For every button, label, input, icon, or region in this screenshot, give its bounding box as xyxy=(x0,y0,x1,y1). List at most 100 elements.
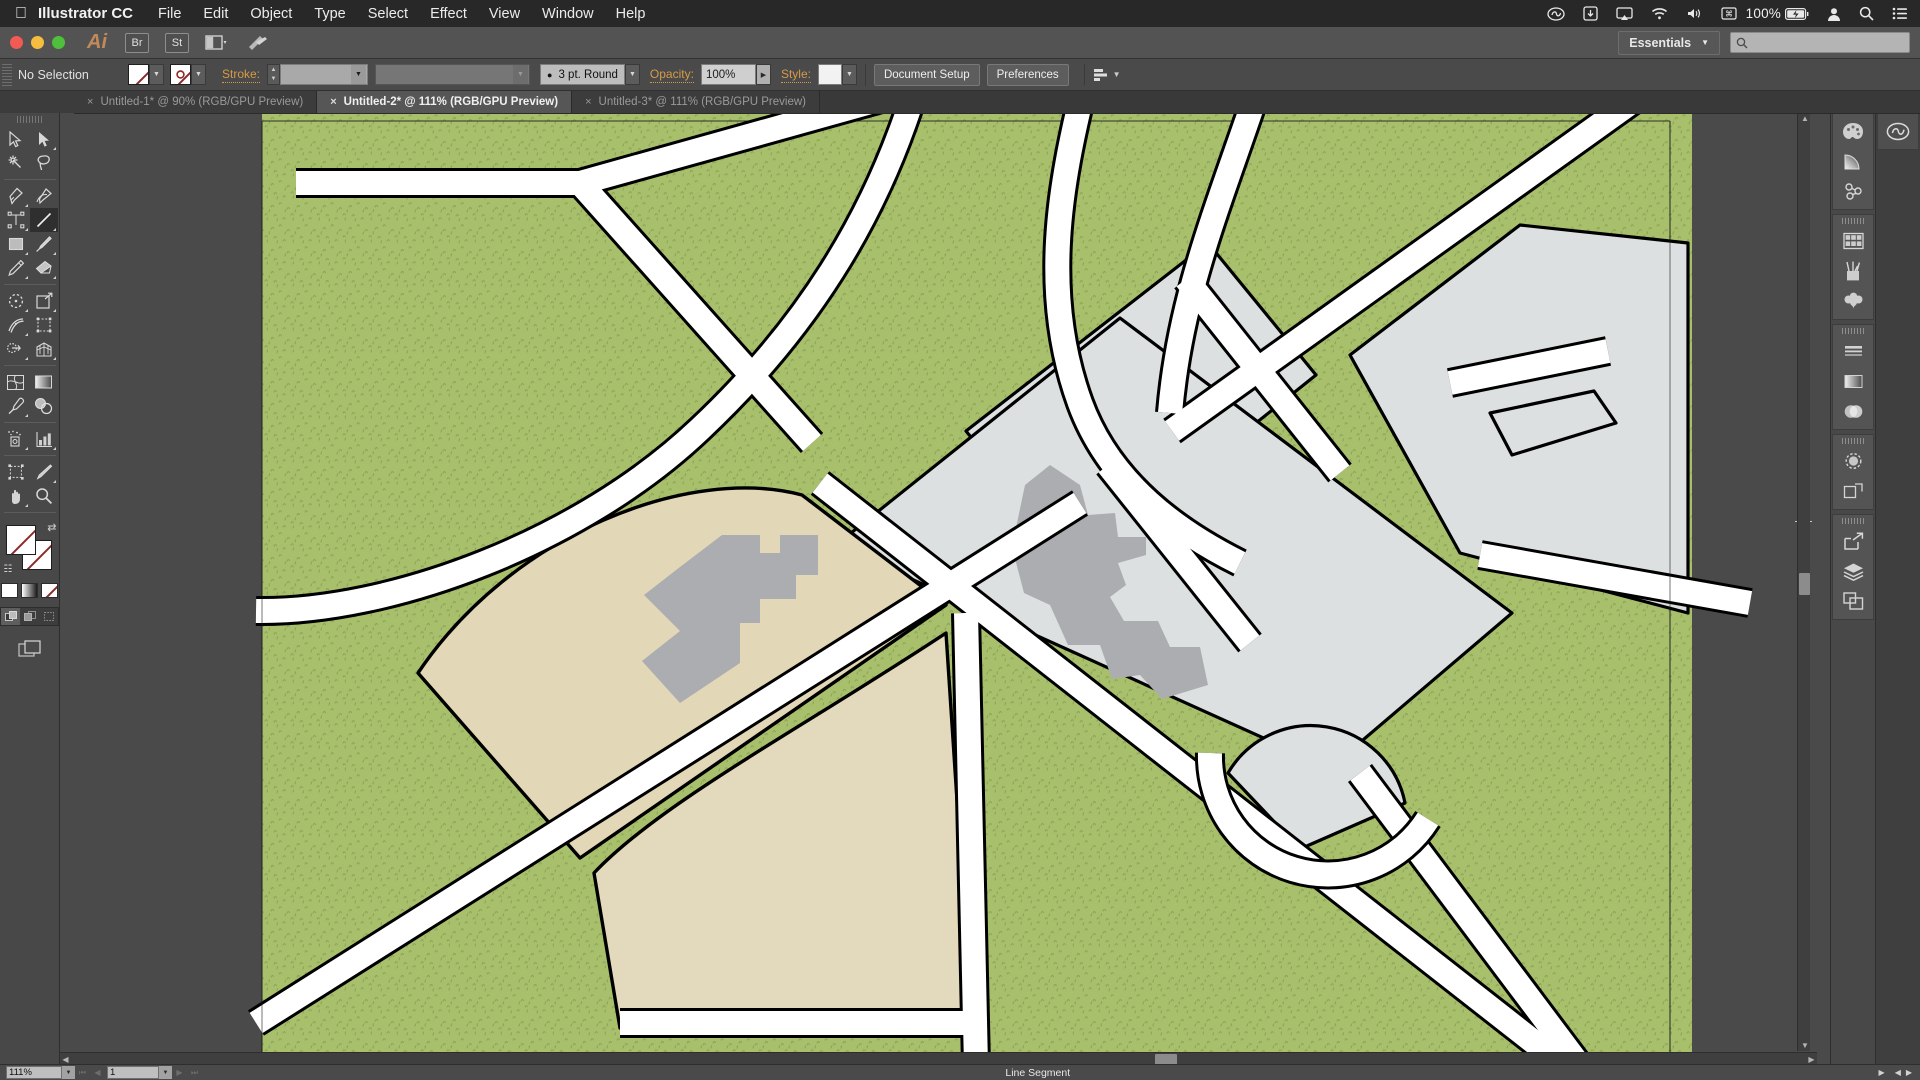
user-icon[interactable] xyxy=(1827,7,1841,21)
artboard-tool[interactable] xyxy=(2,460,30,484)
creative-cloud-icon[interactable] xyxy=(1547,6,1565,21)
draw-inside-button[interactable] xyxy=(39,608,58,625)
free-transform-tool[interactable] xyxy=(30,313,58,337)
change-screen-mode-button[interactable] xyxy=(17,640,42,664)
panel-group-grip[interactable] xyxy=(1842,518,1864,524)
scroll-down-arrow[interactable]: ▼ xyxy=(1800,1040,1810,1051)
workspace-switcher[interactable]: Essentials ▼ xyxy=(1618,30,1720,55)
gradient-swatch-button[interactable] xyxy=(21,583,38,598)
menu-help[interactable]: Help xyxy=(605,6,657,22)
menu-type[interactable]: Type xyxy=(303,6,356,22)
tools-panel-grip[interactable] xyxy=(16,116,43,123)
draw-normal-button[interactable] xyxy=(1,608,20,625)
stroke-dropdown-arrow[interactable]: ▼ xyxy=(191,64,206,85)
close-icon[interactable]: × xyxy=(330,96,336,108)
color-swatch-button[interactable] xyxy=(1,583,18,598)
apple-logo-icon[interactable]:  xyxy=(8,5,34,22)
artboard-number-field[interactable]: 1 xyxy=(107,1066,159,1079)
menu-object[interactable]: Object xyxy=(239,6,303,22)
document-setup-button[interactable]: Document Setup xyxy=(873,63,980,86)
default-fill-stroke-icon[interactable]: ☷ xyxy=(4,564,13,575)
artboard-dropdown[interactable]: ▼ xyxy=(159,1066,172,1079)
panel-group-grip[interactable] xyxy=(1842,218,1864,224)
brush-definition-arrow[interactable]: ▼ xyxy=(624,64,640,85)
appearance-panel-icon[interactable] xyxy=(1834,446,1872,476)
menu-edit[interactable]: Edit xyxy=(192,6,239,22)
tool-flyout-indicator[interactable] xyxy=(52,447,56,450)
tool-flyout-indicator[interactable] xyxy=(52,276,56,279)
window-minimize-button[interactable] xyxy=(31,36,44,49)
rotate-tool[interactable] xyxy=(2,289,30,313)
symbol-sprayer-tool[interactable] xyxy=(2,427,30,451)
links-panel-icon[interactable] xyxy=(1834,526,1872,556)
stroke-panel-icon[interactable] xyxy=(1834,336,1872,366)
symbols-panel-icon[interactable] xyxy=(1834,286,1872,316)
column-graph-tool[interactable] xyxy=(30,427,58,451)
shape-builder-tool[interactable] xyxy=(2,337,30,361)
tool-flyout-indicator[interactable] xyxy=(24,414,28,417)
menu-select[interactable]: Select xyxy=(357,6,419,22)
direct-selection-tool[interactable] xyxy=(30,127,58,151)
zoom-level-dropdown[interactable]: ▼ xyxy=(62,1066,75,1079)
tool-flyout-indicator[interactable] xyxy=(24,204,28,207)
stroke-profile-combo[interactable]: ▼ xyxy=(375,64,531,85)
tool-flyout-indicator[interactable] xyxy=(24,333,28,336)
document-tab-3[interactable]: × Untitled-3* @ 111% (RGB/GPU Preview) xyxy=(572,91,820,113)
width-tool[interactable] xyxy=(2,313,30,337)
rectangle-tool[interactable] xyxy=(2,232,30,256)
airplay-icon[interactable] xyxy=(1616,6,1633,21)
scroll-up-arrow[interactable]: ▲ xyxy=(1800,113,1810,124)
eraser-tool[interactable] xyxy=(30,256,58,280)
status-menu-arrow[interactable]: ▶ xyxy=(1879,1068,1885,1077)
tool-flyout-indicator[interactable] xyxy=(52,252,56,255)
eyedropper-tool[interactable] xyxy=(2,394,30,418)
pencil-tool[interactable] xyxy=(2,256,30,280)
swap-fill-stroke-icon[interactable]: ⇄ xyxy=(47,521,56,534)
control-center-icon[interactable] xyxy=(1892,7,1908,20)
menu-window[interactable]: Window xyxy=(531,6,605,22)
battery-icon[interactable] xyxy=(1785,7,1809,20)
stroke-color-control[interactable]: ▼ xyxy=(170,64,206,85)
tool-flyout-indicator[interactable] xyxy=(52,228,56,231)
color-themes-icon[interactable] xyxy=(1834,176,1872,206)
fill-swatch-large[interactable] xyxy=(5,525,36,555)
stock-button[interactable]: St xyxy=(165,32,189,53)
opacity-flyout-arrow[interactable]: ▶ xyxy=(755,64,771,85)
document-canvas[interactable] xyxy=(60,113,1830,1066)
vertical-scrollbar-thumb[interactable] xyxy=(1799,573,1810,595)
transparency-panel-icon[interactable] xyxy=(1834,396,1872,426)
first-artboard-button[interactable]: ⏮ xyxy=(75,1068,90,1078)
swatches-panel-icon[interactable] xyxy=(1834,226,1872,256)
tool-flyout-indicator[interactable] xyxy=(24,252,28,255)
window-maximize-button[interactable] xyxy=(52,36,65,49)
mesh-tool[interactable] xyxy=(2,370,30,394)
tool-flyout-indicator[interactable] xyxy=(52,309,56,312)
scrollbar-right-end[interactable]: ▶ xyxy=(1906,1068,1912,1077)
fill-swatch[interactable] xyxy=(128,64,149,85)
perspective-grid-tool[interactable] xyxy=(30,337,58,361)
tool-flyout-indicator[interactable] xyxy=(24,357,28,360)
behance-icon[interactable] xyxy=(247,34,269,52)
vertical-scrollbar[interactable]: ▲ ▼ xyxy=(1797,113,1810,1051)
brush-definition-combo[interactable]: ● 3 pt. Round xyxy=(540,64,625,85)
stroke-weight-combo[interactable]: ▼ xyxy=(280,64,369,85)
style-dropdown-arrow[interactable]: ▼ xyxy=(841,64,857,85)
menu-effect[interactable]: Effect xyxy=(419,6,478,22)
document-tab-1[interactable]: × Untitled-1* @ 90% (RGB/GPU Preview) xyxy=(74,91,318,113)
color-panel-icon[interactable] xyxy=(1834,116,1872,146)
previous-artboard-button[interactable]: ◀ xyxy=(90,1068,105,1077)
magic-wand-tool[interactable] xyxy=(2,151,30,175)
none-swatch-button[interactable] xyxy=(41,583,58,598)
blend-tool[interactable] xyxy=(30,394,58,418)
tool-flyout-indicator[interactable] xyxy=(24,276,28,279)
last-artboard-button[interactable]: ⏭ xyxy=(187,1068,202,1078)
stroke-weight-stepper[interactable]: ▲ ▼ xyxy=(267,64,281,85)
tool-flyout-indicator[interactable] xyxy=(52,480,56,483)
slice-tool[interactable] xyxy=(30,460,58,484)
control-bar-grip[interactable] xyxy=(2,63,12,86)
graphic-styles-panel-icon[interactable] xyxy=(1834,476,1872,506)
pen-tool[interactable] xyxy=(2,184,30,208)
tool-flyout-indicator[interactable] xyxy=(24,228,28,231)
selection-tool[interactable] xyxy=(2,127,30,151)
gradient-panel-icon[interactable] xyxy=(1834,366,1872,396)
